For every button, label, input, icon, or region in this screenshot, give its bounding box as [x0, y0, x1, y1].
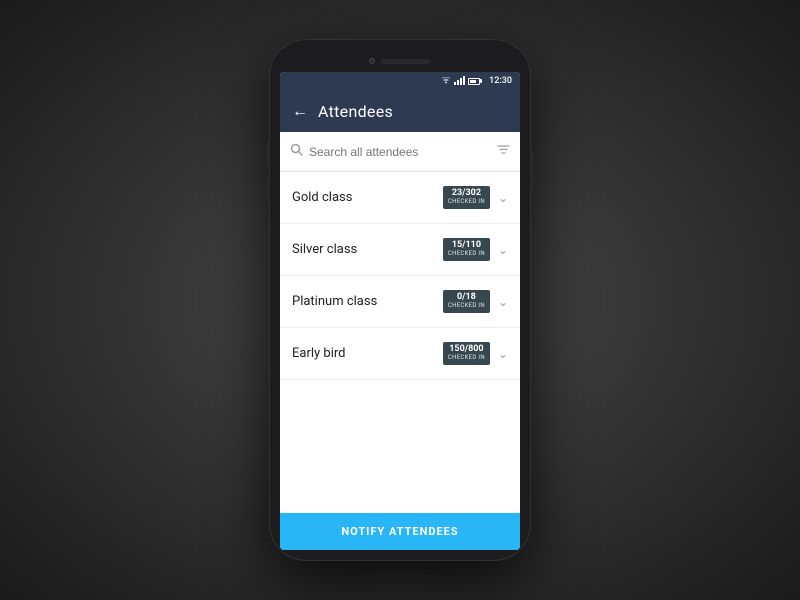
status-icons: 12:30 [441, 76, 512, 86]
phone-top-bar [280, 50, 520, 72]
volume-down-button [267, 176, 270, 204]
speaker [381, 59, 431, 64]
status-bar: 12:30 [280, 72, 520, 90]
search-input[interactable] [309, 145, 491, 159]
app-bar: ← Attendees [280, 90, 520, 132]
group-label-gold: Gold class [292, 190, 443, 205]
phone-screen: 12:30 ← Attendees [280, 72, 520, 550]
attendee-row-silver[interactable]: Silver class 15/110 CHECKED IN ⌄ [280, 224, 520, 276]
page-title: Attendees [318, 102, 393, 121]
volume-up-button [267, 140, 270, 168]
camera [369, 58, 375, 64]
search-icon [290, 143, 303, 160]
badge-silver: 15/110 CHECKED IN [443, 238, 490, 261]
group-label-earlybird: Early bird [292, 346, 443, 361]
group-label-silver: Silver class [292, 242, 443, 257]
badge-gold: 23/302 CHECKED IN [443, 186, 490, 209]
chevron-platinum: ⌄ [498, 295, 508, 309]
wifi-icon [441, 77, 451, 85]
signal-icon [454, 77, 465, 85]
attendee-row-gold[interactable]: Gold class 23/302 CHECKED IN ⌄ [280, 172, 520, 224]
badge-platinum: 0/18 CHECKED IN [443, 290, 490, 313]
attendee-row-earlybird[interactable]: Early bird 150/800 CHECKED IN ⌄ [280, 328, 520, 380]
search-bar [280, 132, 520, 172]
group-label-platinum: Platinum class [292, 294, 443, 309]
notify-attendees-button[interactable]: NOTIFY ATTENDEES [280, 513, 520, 550]
attendee-row-platinum[interactable]: Platinum class 0/18 CHECKED IN ⌄ [280, 276, 520, 328]
badge-earlybird: 150/800 CHECKED IN [443, 342, 490, 365]
attendee-list: Gold class 23/302 CHECKED IN ⌄ Silver cl… [280, 172, 520, 513]
power-button [530, 150, 533, 190]
back-button[interactable]: ← [292, 101, 308, 121]
phone-device: 12:30 ← Attendees [270, 40, 530, 560]
chevron-earlybird: ⌄ [498, 347, 508, 361]
status-time: 12:30 [489, 76, 512, 86]
filter-icon[interactable] [497, 143, 510, 160]
chevron-silver: ⌄ [498, 243, 508, 257]
battery-icon [468, 78, 482, 85]
chevron-gold: ⌄ [498, 191, 508, 205]
